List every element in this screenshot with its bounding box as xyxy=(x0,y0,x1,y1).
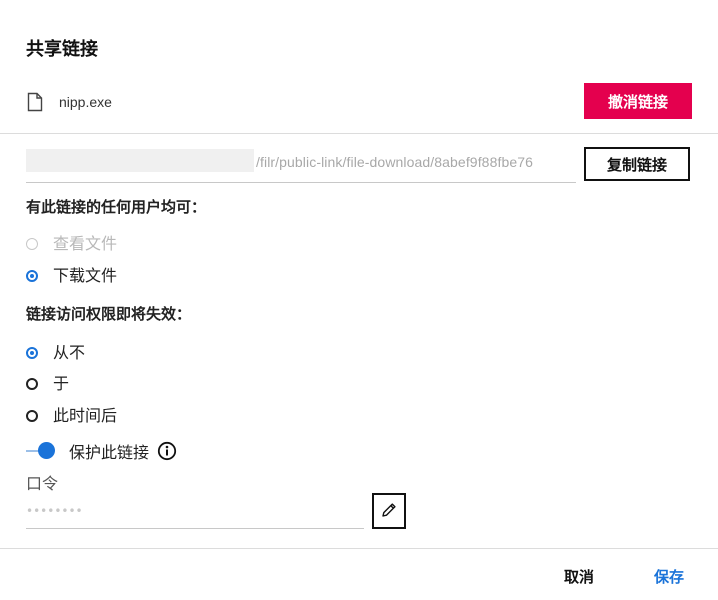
revoke-link-button[interactable]: 撤消链接 xyxy=(584,83,692,119)
save-button[interactable]: 保存 xyxy=(648,564,690,588)
radio-view-file[interactable]: 查看文件 xyxy=(26,233,117,255)
radio-label: 从不 xyxy=(53,343,86,362)
cancel-button[interactable]: 取消 xyxy=(558,564,600,588)
link-path: /filr/public-link/file-download/8abef9f8… xyxy=(256,154,533,170)
file-icon xyxy=(26,92,44,112)
edit-password-button[interactable] xyxy=(372,493,406,529)
divider xyxy=(0,548,718,549)
radio-on-date[interactable]: 于 xyxy=(26,373,69,395)
radio-never[interactable]: 从不 xyxy=(26,342,85,364)
password-value: •••••••• xyxy=(26,504,83,518)
file-row: nipp.exe xyxy=(26,90,112,114)
permissions-heading: 有此链接的任何用户均可： xyxy=(26,198,207,216)
radio-button[interactable] xyxy=(26,347,38,359)
radio-button[interactable] xyxy=(26,238,38,250)
expiry-heading: 链接访问权限即将失效： xyxy=(26,305,192,323)
radio-button[interactable] xyxy=(26,270,38,282)
pencil-icon xyxy=(380,501,398,522)
file-name: nipp.exe xyxy=(59,94,112,110)
copy-link-button[interactable]: 复制链接 xyxy=(584,147,690,181)
redacted-host xyxy=(26,149,254,172)
radio-after-time[interactable]: 此时间后 xyxy=(26,405,117,427)
share-link-dialog: 共享链接 nipp.exe 撤消链接 /filr/public-link/fil… xyxy=(0,0,718,600)
radio-label: 此时间后 xyxy=(53,406,118,425)
dialog-title: 共享链接 xyxy=(26,39,98,60)
protect-link-label: 保护此链接 xyxy=(69,443,150,462)
radio-label: 下载文件 xyxy=(53,266,118,285)
protect-link-row: 保护此链接 xyxy=(26,439,177,463)
public-link-field[interactable]: /filr/public-link/file-download/8abef9f8… xyxy=(26,148,576,183)
radio-label: 于 xyxy=(53,374,70,393)
toggle-knob xyxy=(38,442,55,459)
password-field[interactable]: •••••••• xyxy=(26,500,364,529)
protect-link-toggle[interactable] xyxy=(26,441,56,461)
info-icon[interactable] xyxy=(157,441,177,461)
radio-download-file[interactable]: 下载文件 xyxy=(26,265,117,287)
radio-button[interactable] xyxy=(26,410,38,422)
radio-label: 查看文件 xyxy=(53,234,118,253)
divider xyxy=(0,133,718,134)
password-label: 口令 xyxy=(26,474,59,493)
radio-button[interactable] xyxy=(26,378,38,390)
